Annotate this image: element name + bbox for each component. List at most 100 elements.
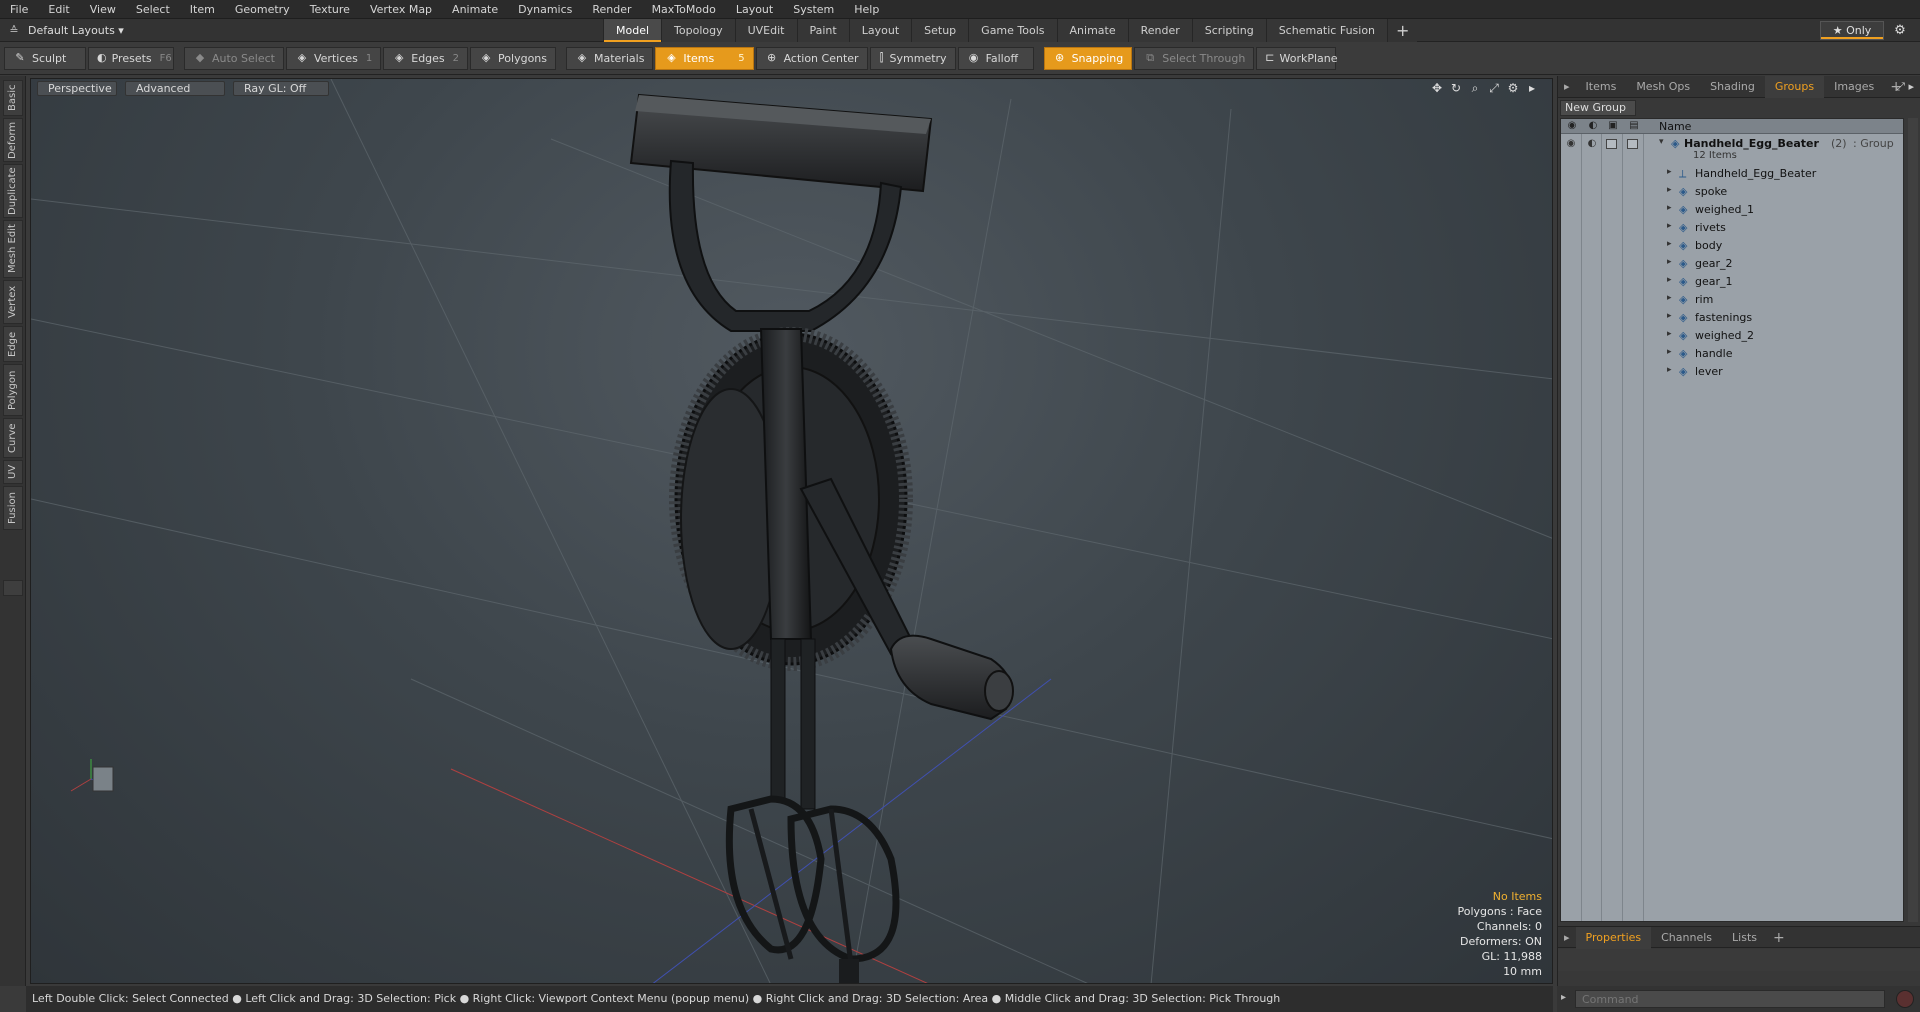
expand-arrow-icon[interactable]: ▸ — [1667, 257, 1672, 267]
gear-icon[interactable]: ⚙ — [1890, 21, 1910, 40]
tab-curve[interactable]: Curve — [3, 418, 23, 458]
menu-item[interactable]: Item — [180, 0, 225, 19]
only-button[interactable]: ★ Only — [1820, 21, 1884, 40]
menu-vertex-map[interactable]: Vertex Map — [360, 0, 442, 19]
list-item[interactable]: ▸ ◈ fastenings — [1561, 309, 1903, 327]
tab-mesh-edit[interactable]: Mesh Edit — [3, 220, 23, 278]
list-item[interactable]: ▸ ◈ handle — [1561, 345, 1903, 363]
expand-arrow-icon[interactable]: ▸ — [1667, 311, 1672, 321]
expand-arrow-icon[interactable]: ▸ — [1667, 167, 1672, 177]
auto-select-button[interactable]: ◆ Auto Select — [184, 46, 284, 70]
tab-scripting[interactable]: Scripting — [1191, 19, 1266, 42]
shading-advanced-button[interactable]: Advanced — [125, 80, 225, 96]
items-button[interactable]: ◈ Items 5 — [655, 46, 754, 70]
eye-icon[interactable]: ◉ — [1565, 138, 1577, 150]
tab-basic[interactable]: Basic — [3, 80, 23, 116]
name-column-header[interactable]: Name — [1659, 120, 1691, 133]
collapse-toolbar-icon[interactable]: ≙ — [0, 24, 28, 37]
tab-uvedit[interactable]: UVEdit — [734, 19, 797, 42]
lock-toggle-box[interactable] — [1606, 139, 1617, 149]
tab-paint[interactable]: Paint — [796, 19, 849, 42]
tab-duplicate[interactable]: Duplicate — [3, 164, 23, 218]
expand-arrow-icon[interactable]: ▸ — [1667, 347, 1672, 357]
tab-polygon[interactable]: Polygon — [3, 364, 23, 416]
group-row[interactable]: ◉ ◐ ▾ ◈ Handheld_Egg_Beater (2) : Group … — [1561, 135, 1903, 165]
sculpt-button[interactable]: ✎ Sculpt — [4, 46, 86, 70]
tab-fusion[interactable]: Fusion — [3, 486, 23, 530]
tab-game-tools[interactable]: Game Tools — [968, 19, 1057, 42]
layout-selector[interactable]: Default Layouts ▾ — [28, 24, 138, 37]
add-layout-tab-button[interactable]: + — [1387, 19, 1418, 42]
command-input[interactable] — [1575, 990, 1885, 1008]
expand-arrow-icon[interactable]: ▸ — [1667, 275, 1672, 285]
vertices-button[interactable]: ◈ Vertices 1 — [285, 46, 382, 70]
menu-dynamics[interactable]: Dynamics — [508, 0, 582, 19]
tab-edge[interactable]: Edge — [3, 326, 23, 362]
action-center-button[interactable]: ⊕ Action Center — [755, 46, 868, 70]
tab-uv[interactable]: UV — [3, 460, 23, 484]
tab-topology[interactable]: Topology — [661, 19, 735, 42]
record-macro-icon[interactable] — [1896, 990, 1914, 1008]
select-through-button[interactable]: ⧉ Select Through — [1134, 46, 1255, 70]
symmetry-button[interactable]: ⫿ Symmetry — [869, 46, 956, 70]
list-item[interactable]: ▸ ◈ gear_1 — [1561, 273, 1903, 291]
expand-arrow-icon[interactable]: ▸ — [1667, 293, 1672, 303]
add-properties-tab-button[interactable]: + — [1767, 927, 1791, 949]
list-item[interactable]: ▸ ◈ spoke — [1561, 183, 1903, 201]
tab-animate[interactable]: Animate — [1056, 19, 1128, 42]
polygons-button[interactable]: ◈ Polygons — [470, 46, 556, 70]
presets-button[interactable]: ◐ Presets F6 — [88, 46, 174, 70]
render-toggle-icon[interactable]: ◐ — [1586, 138, 1598, 150]
menu-help[interactable]: Help — [844, 0, 889, 19]
list-item[interactable]: ▸ ◈ rivets — [1561, 219, 1903, 237]
zoom-view-icon[interactable]: ⌕ — [1467, 81, 1483, 95]
collapse-arrow-icon[interactable]: ▾ — [1659, 137, 1664, 147]
list-item[interactable]: ▸ ◈ lever — [1561, 363, 1903, 381]
expand-panel-icon[interactable]: ⤢ ▸ — [1896, 80, 1914, 94]
list-item[interactable]: ▸ ◈ weighed_2 — [1561, 327, 1903, 345]
menu-file[interactable]: File — [0, 0, 38, 19]
menu-maxtomodo[interactable]: MaxToModo — [642, 0, 726, 19]
viewport-menu-arrow-icon[interactable]: ▸ — [1524, 81, 1540, 95]
tab-setup[interactable]: Setup — [911, 19, 969, 42]
expand-arrow-icon[interactable]: ▸ — [1667, 365, 1672, 375]
view-perspective-button[interactable]: Perspective — [37, 80, 117, 96]
raygl-button[interactable]: Ray GL: Off — [233, 80, 329, 96]
expand-arrow-icon[interactable]: ▸ — [1667, 221, 1672, 231]
viewport-settings-icon[interactable]: ⚙ — [1505, 81, 1521, 95]
panel-tab-toggle[interactable]: ▸ — [1558, 76, 1576, 98]
tab-properties[interactable]: Properties — [1575, 927, 1652, 949]
materials-button[interactable]: ◈ Materials — [566, 46, 654, 70]
workplane-button[interactable]: ⊏ WorkPlane — [1256, 46, 1338, 70]
tab-mesh-ops[interactable]: Mesh Ops — [1626, 76, 1700, 98]
menu-texture[interactable]: Texture — [300, 0, 360, 19]
menu-geometry[interactable]: Geometry — [225, 0, 300, 19]
falloff-button[interactable]: ◉ Falloff — [957, 46, 1034, 70]
list-item[interactable]: ▸ ⟂ Handheld_Egg_Beater — [1561, 165, 1903, 183]
tab-channels[interactable]: Channels — [1651, 927, 1722, 949]
menu-view[interactable]: View — [80, 0, 126, 19]
list-item[interactable]: ▸ ◈ rim — [1561, 291, 1903, 309]
tab-items[interactable]: Items — [1576, 76, 1627, 98]
tab-lists[interactable]: Lists — [1722, 927, 1767, 949]
menu-render[interactable]: Render — [582, 0, 641, 19]
panel-tab-toggle[interactable]: ▸ — [1558, 927, 1576, 949]
command-history-icon[interactable]: ▸ — [1561, 992, 1566, 1003]
tree-scrollbar[interactable] — [1908, 118, 1918, 922]
lock-column-icon[interactable]: ▣ — [1606, 120, 1620, 132]
expand-arrow-icon[interactable]: ▸ — [1667, 329, 1672, 339]
tab-schematic-fusion[interactable]: Schematic Fusion — [1265, 19, 1388, 42]
tab-model[interactable]: Model — [603, 19, 662, 42]
expand-arrow-icon[interactable]: ▸ — [1667, 239, 1672, 249]
move-view-icon[interactable]: ✥ — [1429, 81, 1445, 95]
render-column-icon[interactable]: ◐ — [1586, 120, 1600, 132]
edges-button[interactable]: ◈ Edges 2 — [383, 46, 469, 70]
menu-system[interactable]: System — [783, 0, 844, 19]
tab-deform[interactable]: Deform — [3, 118, 23, 162]
menu-layout[interactable]: Layout — [726, 0, 783, 19]
select-column-icon[interactable]: ▤ — [1627, 120, 1641, 132]
menu-edit[interactable]: Edit — [38, 0, 79, 19]
tab-vertex[interactable]: Vertex — [3, 280, 23, 324]
list-item[interactable]: ▸ ◈ weighed_1 — [1561, 201, 1903, 219]
tab-extra[interactable] — [3, 580, 23, 596]
